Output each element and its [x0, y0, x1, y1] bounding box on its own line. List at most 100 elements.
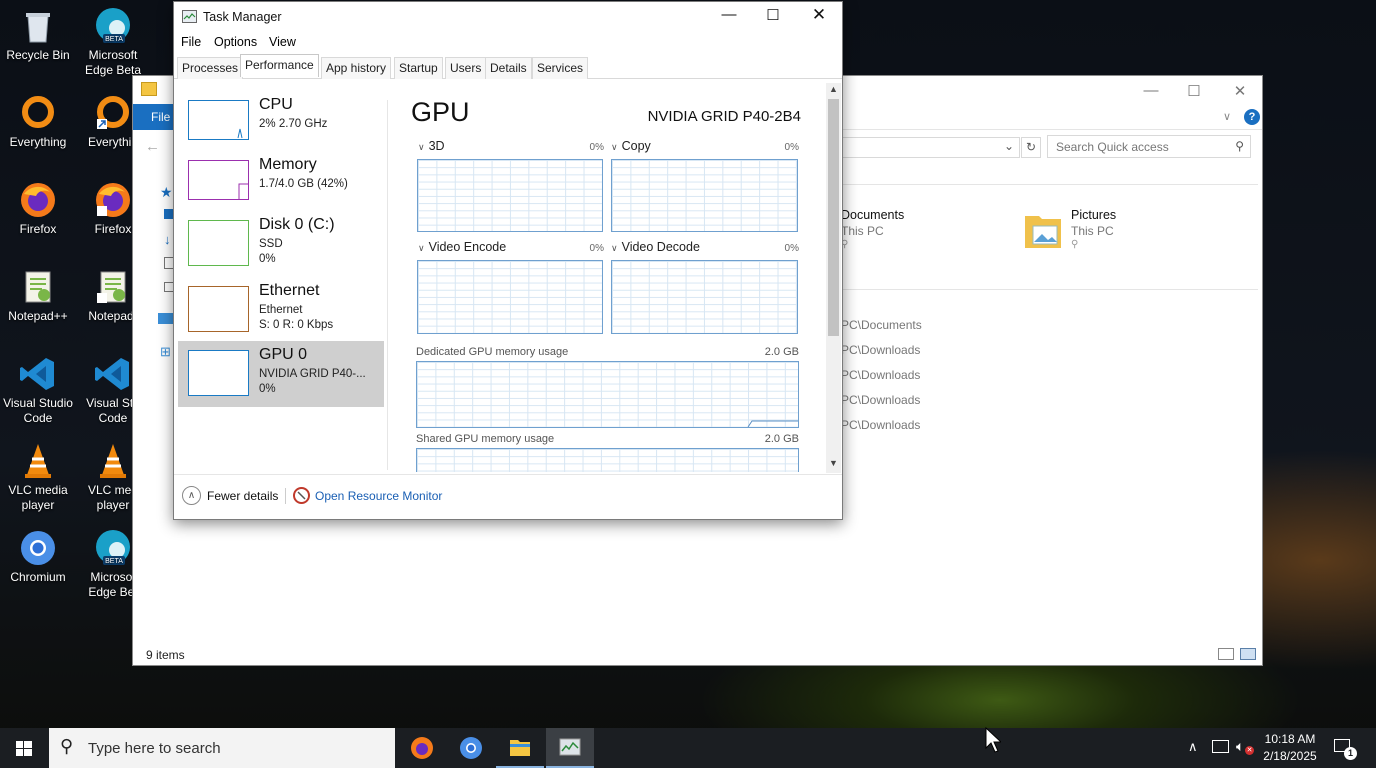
nav-this-pc-icon[interactable]: [158, 313, 174, 324]
refresh-button[interactable]: ↻: [1021, 137, 1041, 158]
perf-item-memory[interactable]: Memory 1.7/4.0 GB (42%): [178, 151, 384, 217]
clock-time: 10:18 AM: [1264, 732, 1316, 746]
taskbar-task-manager[interactable]: [546, 728, 594, 768]
network-icon[interactable]: [1212, 740, 1229, 753]
explorer-file-tab[interactable]: File: [133, 104, 177, 130]
search-quick-access-input[interactable]: Search Quick access ⚲: [1047, 135, 1251, 158]
engine-video-decode-percent: 0%: [784, 243, 799, 254]
chevron-down-icon: ∨: [611, 243, 618, 253]
explorer-minimize-button[interactable]: —: [1136, 82, 1166, 99]
large-icons-view-icon[interactable]: [1240, 648, 1256, 660]
perf-item-detail: 2% 2.70 GHz: [259, 118, 328, 130]
engine-3d-percent: 0%: [589, 142, 604, 153]
task-manager-window[interactable]: Task Manager — ☐ ✕ File Options View Pro…: [173, 1, 843, 520]
tm-minimize-button[interactable]: —: [712, 6, 746, 23]
address-dropdown-icon[interactable]: ⌄: [1004, 139, 1014, 153]
tab-performance[interactable]: Performance: [240, 54, 319, 77]
engine-video-decode-label[interactable]: ∨ Video Decode: [611, 240, 700, 254]
desktop-icon-recycle-bin[interactable]: Recycle Bin: [0, 6, 76, 63]
help-icon[interactable]: ?: [1244, 109, 1260, 125]
perf-item-disk[interactable]: Disk 0 (C:) SSD 0%: [178, 211, 384, 277]
open-resource-monitor-link[interactable]: Open Resource Monitor: [315, 489, 442, 503]
scrollbar[interactable]: ▲ ▼: [826, 83, 841, 473]
tab-users[interactable]: Users: [445, 57, 487, 79]
engine-copy-graph: [611, 159, 798, 232]
menu-options[interactable]: Options: [214, 35, 257, 49]
recent-file-row[interactable]: PC\Downloads: [841, 418, 920, 432]
explorer-close-button[interactable]: ✕: [1225, 82, 1255, 100]
vlc-icon: [18, 441, 58, 481]
collapse-chevron-icon: ∧: [182, 486, 201, 505]
desktop-icon-vlc[interactable]: VLC media player: [0, 441, 76, 513]
taskbar-file-explorer[interactable]: [496, 728, 544, 768]
perf-item-ethernet[interactable]: Ethernet Ethernet S: 0 R: 0 Kbps: [178, 277, 384, 343]
section-divider: [833, 289, 1258, 290]
desktop-icon-notepadpp[interactable]: Notepad++: [0, 267, 76, 324]
folder-location: This PC: [841, 224, 884, 238]
taskbar-chromium[interactable]: [447, 728, 495, 768]
tm-maximize-button[interactable]: ☐: [756, 6, 790, 24]
explorer-maximize-button[interactable]: ☐: [1179, 82, 1209, 100]
taskbar-firefox[interactable]: [398, 728, 446, 768]
desktop-icon-everything[interactable]: Everything: [0, 93, 76, 150]
pictures-folder-icon: [1023, 212, 1063, 250]
notification-center-button[interactable]: 1: [1330, 737, 1357, 761]
folder-tile-pictures[interactable]: Pictures This PC ⚲: [1023, 208, 1223, 254]
tab-app-history[interactable]: App history: [321, 57, 392, 79]
ribbon-expand-icon[interactable]: ∨: [1223, 110, 1231, 123]
desktop-icon-firefox[interactable]: Firefox: [0, 180, 76, 237]
search-placeholder: Search Quick access: [1056, 140, 1169, 154]
folder-tile-documents[interactable]: Documents This PC ⚲: [841, 208, 991, 254]
perf-item-gpu[interactable]: GPU 0 NVIDIA GRID P40-... 0%: [178, 341, 384, 407]
scroll-up-icon[interactable]: ▲: [829, 84, 838, 94]
engine-video-encode-graph: [417, 260, 603, 334]
desktop-icon-edge-beta[interactable]: BETA Microsoft Edge Beta: [75, 6, 151, 78]
recent-file-row[interactable]: PC\Downloads: [841, 343, 920, 357]
recent-file-row[interactable]: PC\Downloads: [841, 368, 920, 382]
taskbar-search-box[interactable]: ⚲ Type here to search: [49, 728, 395, 768]
volume-muted-icon[interactable]: 🔈︎: [1236, 738, 1244, 755]
menu-file[interactable]: File: [181, 35, 201, 49]
notification-count-badge: 1: [1344, 747, 1357, 760]
tm-title: Task Manager: [203, 10, 282, 24]
notepadpp-icon: [93, 267, 133, 307]
engine-video-encode-label[interactable]: ∨ Video Encode: [418, 240, 506, 254]
engine-copy-label[interactable]: ∨ Copy: [611, 139, 651, 153]
perf-item-cpu[interactable]: CPU 2% 2.70 GHz: [178, 91, 384, 157]
recent-file-row[interactable]: PC\Downloads: [841, 393, 920, 407]
show-hidden-icons-button[interactable]: ∧: [1188, 739, 1198, 755]
task-manager-icon: [559, 738, 581, 756]
scroll-down-icon[interactable]: ▼: [829, 458, 838, 468]
nav-quick-access-icon[interactable]: ★: [160, 184, 173, 201]
taskbar: ⚲ Type here to search ∧ 🔈︎ ✕ 10:18 AM 2/…: [0, 728, 1376, 768]
engine-3d-label[interactable]: ∨ 3D: [418, 139, 445, 153]
vlc-icon: [93, 441, 133, 481]
tab-startup[interactable]: Startup: [394, 57, 443, 79]
svg-text:BETA: BETA: [105, 558, 123, 565]
tab-details[interactable]: Details: [485, 57, 532, 79]
task-manager-icon: [182, 10, 197, 23]
folder-name: Pictures: [1071, 208, 1117, 222]
back-button[interactable]: ←: [145, 138, 160, 155]
details-view-icon[interactable]: [1218, 648, 1234, 660]
desktop-icon-vscode[interactable]: Visual Studio Code: [0, 354, 76, 426]
nav-network-icon[interactable]: ⊞: [160, 344, 171, 360]
tab-processes[interactable]: Processes: [177, 57, 244, 79]
tm-title-bar[interactable]: Task Manager — ☐ ✕: [174, 2, 842, 32]
pin-icon: ⚲: [1071, 239, 1079, 250]
disk-mini-graph: [188, 220, 249, 266]
desktop-icon-chromium[interactable]: Chromium: [0, 528, 76, 585]
nav-downloads-icon[interactable]: ↓: [164, 232, 171, 247]
chromium-icon: [18, 528, 58, 568]
recent-file-row[interactable]: PC\Documents: [841, 318, 922, 332]
tab-services[interactable]: Services: [532, 57, 589, 79]
start-button[interactable]: [0, 728, 48, 768]
search-icon: ⚲: [60, 736, 74, 756]
menu-view[interactable]: View: [269, 35, 296, 49]
chevron-down-icon: ∨: [418, 142, 425, 152]
address-bar[interactable]: [833, 137, 1020, 158]
engine-name: Video Encode: [428, 240, 507, 254]
scroll-thumb[interactable]: [828, 99, 839, 336]
clock[interactable]: 10:18 AM 2/18/2025: [1258, 731, 1322, 765]
tm-close-button[interactable]: ✕: [802, 5, 836, 25]
